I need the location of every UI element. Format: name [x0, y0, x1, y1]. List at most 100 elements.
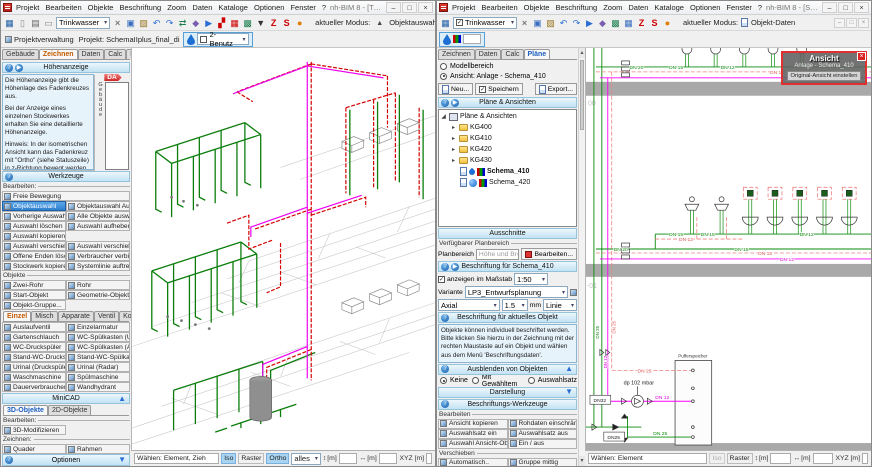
schema-canvas[interactable]: 00 -01 DN 20 DN 15 DN 12 DN 12 DN 15 DN …: [585, 48, 871, 450]
play-icon[interactable]: ▶: [451, 98, 459, 107]
copy-icon[interactable]: ▣: [124, 16, 137, 29]
tool-button[interactable]: Ein / aus: [507, 438, 577, 449]
filter-combo[interactable]: alles: [291, 452, 321, 465]
minicad-tab[interactable]: 3D-Objekte: [3, 405, 48, 415]
panel-scrollbar[interactable]: ▴ ▾: [578, 48, 585, 466]
model-canvas[interactable]: [131, 48, 435, 450]
play-icon[interactable]: ▶: [451, 262, 459, 271]
select-arrow-icon[interactable]: ▶: [583, 16, 596, 29]
tool-button[interactable]: Automatisch..: [438, 457, 508, 466]
ansicht-radio[interactable]: [440, 72, 447, 80]
tool-button[interactable]: Rohdaten einschränken...: [507, 418, 577, 429]
system-combo[interactable]: ✓ Trinkwasser: [453, 16, 517, 29]
collapse-down-icon[interactable]: ▼: [118, 456, 126, 464]
panel-tab[interactable]: Zeichnen: [438, 49, 475, 59]
tree-folder-kg400[interactable]: ▸ KG400: [440, 122, 575, 133]
cut-icon[interactable]: ×: [518, 16, 531, 29]
tree-item-schema-420[interactable]: Schema_420: [440, 177, 575, 188]
measure-icon[interactable]: ◆: [596, 16, 609, 29]
minimize-button[interactable]: –: [822, 2, 837, 13]
fixture-button[interactable]: Wandhydrant: [66, 382, 130, 392]
tool-button[interactable]: Systemlinie auftrennen: [66, 261, 130, 271]
help-icon[interactable]: ?: [5, 172, 13, 181]
optionen-footer[interactable]: ? Optionen ▼: [2, 454, 130, 466]
variante-combo[interactable]: LP3_Entwurfsplanung: [464, 286, 568, 298]
link-icon[interactable]: ⇄: [176, 16, 189, 29]
help-icon[interactable]: ?: [441, 262, 449, 271]
tool-button[interactable]: Auswahl verschieben: [2, 241, 66, 251]
overlay-close-icon[interactable]: ×: [857, 52, 866, 61]
menu-item[interactable]: Kataloge: [218, 3, 248, 12]
mit-gewaehltem-radio[interactable]: [471, 377, 479, 385]
menu-item[interactable]: Projekt: [16, 3, 39, 12]
iso-toggle[interactable]: Iso: [221, 453, 237, 464]
variante-settings-icon[interactable]: [570, 288, 577, 296]
fixture-button[interactable]: Urinal (Druckspüler): [2, 362, 66, 372]
menu-item[interactable]: Optionen: [254, 3, 284, 12]
frame-icon[interactable]: ▭: [42, 16, 55, 29]
menu-item[interactable]: Fenster: [726, 3, 751, 12]
neu-button[interactable]: Neu...: [438, 83, 474, 95]
mdi-restore-button[interactable]: □: [846, 17, 857, 28]
zoom-window-icon[interactable]: Z: [267, 16, 280, 29]
tool-button[interactable]: Zwei-Rohr: [2, 280, 66, 290]
massstab-checkbox[interactable]: ✓: [438, 275, 445, 283]
planbereich-input[interactable]: Höhe und Breite: [475, 248, 520, 260]
tree-item-schema-410[interactable]: Schema_410: [440, 166, 575, 177]
help-icon[interactable]: ?: [5, 63, 13, 72]
speichern-button[interactable]: ✓ Speichern: [475, 83, 523, 95]
fixture-button[interactable]: Gartenschlauch: [2, 332, 66, 342]
zoom-sheet-icon[interactable]: S: [280, 16, 293, 29]
menu-item[interactable]: Zoom: [603, 3, 622, 12]
tool-button[interactable]: Vorherige Auswahl: [2, 211, 66, 221]
save-icon[interactable]: ▦: [439, 16, 452, 29]
panel-tab[interactable]: Daten: [474, 49, 502, 59]
menu-item[interactable]: ?: [322, 3, 326, 12]
panel-tab[interactable]: Gebäude: [2, 49, 39, 59]
tool-button[interactable]: Ansicht kopieren: [438, 418, 508, 429]
tool-button[interactable]: Rohr: [66, 280, 130, 290]
tool-button[interactable]: Verbraucher verbinden: [66, 251, 130, 261]
minicad-tab[interactable]: 2D-Objekte: [47, 405, 92, 415]
scroll-down-icon[interactable]: ▾: [579, 456, 585, 466]
help-icon[interactable]: ?: [441, 98, 449, 107]
tree-folder-kg420[interactable]: ▸ KG420: [440, 144, 575, 155]
close-button[interactable]: ×: [418, 2, 433, 13]
panel-tab[interactable]: Calc: [104, 49, 127, 59]
palette-icon[interactable]: ▩: [609, 16, 622, 29]
fixture-button[interactable]: WC-Spülkasten (UP): [66, 332, 130, 342]
close-button[interactable]: ×: [854, 2, 869, 13]
stop-icon[interactable]: ●: [293, 16, 306, 29]
tool-button[interactable]: Stockwerk kopieren...: [2, 261, 66, 271]
bearbeiten-button[interactable]: Bearbeiten...: [521, 248, 577, 260]
maximize-button[interactable]: □: [838, 2, 853, 13]
titlebar[interactable]: Projekt Bearbeiten Objekte Beschriftung Zoom…: [437, 1, 871, 15]
tool-button[interactable]: Objektauswahl: [2, 201, 66, 211]
fixture-button[interactable]: Stand-WC-Druckspüler: [2, 352, 66, 362]
new-document-icon[interactable]: ▯: [16, 16, 29, 29]
paste-icon[interactable]: ▨: [137, 16, 150, 29]
menu-item[interactable]: ?: [758, 3, 762, 12]
help-icon[interactable]: ?: [441, 400, 449, 409]
empty-selector[interactable]: [463, 34, 481, 44]
shape-button[interactable]: Quader: [2, 444, 66, 454]
menu-item[interactable]: Projekt: [452, 3, 475, 12]
grid-blue-icon[interactable]: ▦: [622, 16, 635, 29]
tool-button[interactable]: Freie Bewegung: [2, 191, 130, 201]
measure-icon[interactable]: ◆: [189, 16, 202, 29]
user-mode-combo[interactable]: 2-Benutz: [196, 30, 249, 48]
expand-icon[interactable]: ▸: [450, 146, 457, 153]
tool-button[interactable]: Auswahlsatz aus: [507, 428, 577, 439]
fixture-button[interactable]: Dauerverbraucher: [2, 382, 66, 392]
fixture-button[interactable]: Spülmaschine: [66, 372, 130, 382]
collapse-up-icon[interactable]: ▲: [118, 394, 126, 403]
tool-button[interactable]: Auswahl verschieben Gum: [66, 241, 130, 251]
tool-button[interactable]: 3D-Modifizieren: [2, 425, 66, 435]
auswahlsatz-radio[interactable]: [527, 377, 535, 385]
print-icon[interactable]: ▤: [29, 16, 42, 29]
filter-icon[interactable]: ▼: [254, 16, 267, 29]
menu-item[interactable]: Objekte: [88, 3, 114, 12]
menu-item[interactable]: Beschriftung: [555, 3, 597, 12]
save-icon[interactable]: ▦: [3, 16, 16, 29]
tool-button[interactable]: Start-Objekt: [2, 290, 66, 300]
